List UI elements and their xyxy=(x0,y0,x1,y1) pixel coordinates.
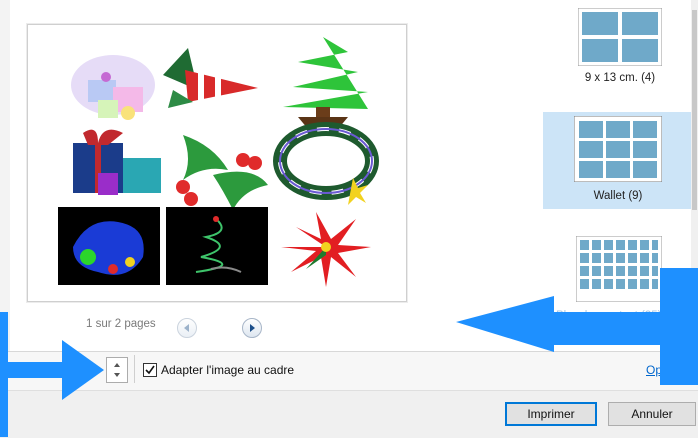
annotation-arrows xyxy=(0,268,698,437)
arrow-left-icon xyxy=(456,268,698,385)
edge-bar-icon xyxy=(0,312,8,437)
arrow-right-icon xyxy=(0,340,104,400)
